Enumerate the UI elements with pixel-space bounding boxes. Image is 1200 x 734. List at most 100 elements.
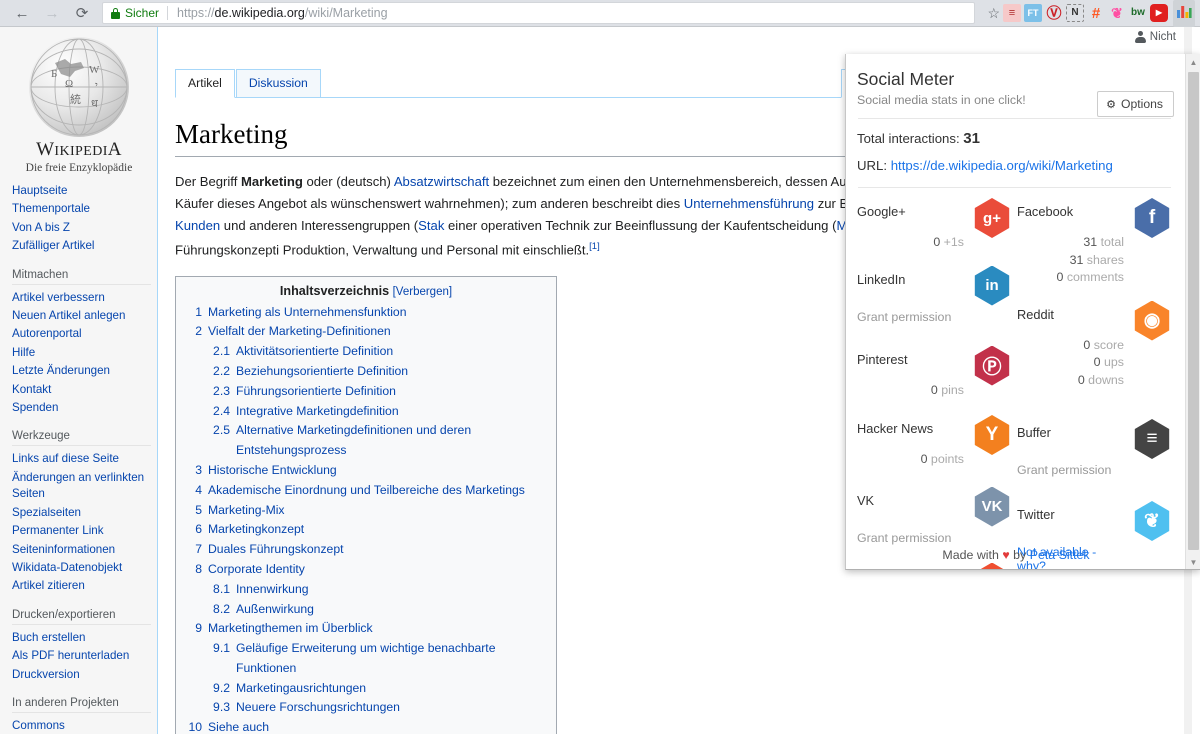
popup-scrollbar[interactable]: ▲ ▼ bbox=[1185, 54, 1200, 569]
toc-entry-link[interactable]: Führungsorientierte Definition bbox=[236, 382, 396, 402]
sidebar-item-nderungen-an-verlinkten-seiten[interactable]: Änderungen an verlinkten Seiten bbox=[12, 469, 151, 504]
toc-entry-link[interactable]: Integrative Marketingdefinition bbox=[236, 402, 399, 422]
toc-entry-link[interactable]: Neuere Forschungsrichtungen bbox=[236, 698, 400, 718]
reference-link-1[interactable]: [1] bbox=[589, 241, 600, 252]
toc-entry-link[interactable]: Aktivitätsorientierte Definition bbox=[236, 342, 393, 362]
wikipedia-logo[interactable]: W Ω י 統 ध Б WIKIPEDIA Die freie Enzyklop… bbox=[0, 33, 158, 174]
toc-entry[interactable]: 9.1 Geläufige Erweiterung um wichtige ben… bbox=[186, 639, 546, 679]
extension-bw-icon[interactable]: bw bbox=[1129, 4, 1147, 22]
linkedin-icon[interactable]: in bbox=[974, 265, 1010, 306]
toc-entry[interactable]: 2.4 Integrative Marketingdefinition bbox=[186, 402, 546, 422]
sidebar-item-themenportale[interactable]: Themenportale bbox=[12, 200, 151, 218]
pinterest-icon[interactable]: Ⓟ bbox=[974, 345, 1010, 386]
toc-entry[interactable]: 7 Duales Führungskonzept bbox=[186, 540, 546, 560]
twitter-icon[interactable]: ❦ bbox=[1134, 501, 1170, 541]
sidebar-item-autorenportal[interactable]: Autorenportal bbox=[12, 325, 151, 343]
sidebar-item-links-auf-diese-seite[interactable]: Links auf diese Seite bbox=[12, 450, 151, 468]
toc-entry-link[interactable]: Beziehungsorientierte Definition bbox=[236, 362, 408, 382]
social-meter-icon[interactable] bbox=[1173, 0, 1195, 27]
link-stakeholder[interactable]: Stak bbox=[418, 218, 444, 233]
extension-notion-icon[interactable]: N bbox=[1066, 4, 1084, 22]
toc-entry-link[interactable]: Marketingausrichtungen bbox=[236, 679, 366, 699]
extension-youtube-icon[interactable]: ▶ bbox=[1150, 4, 1168, 22]
bookmark-star-icon[interactable]: ☆ bbox=[987, 5, 1000, 22]
sidebar-item-hilfe[interactable]: Hilfe bbox=[12, 344, 151, 362]
stumbleupon-icon[interactable]: ∪ bbox=[974, 562, 1010, 569]
sidebar-item-buch-erstellen[interactable]: Buch erstellen bbox=[12, 629, 151, 647]
toc-entry[interactable]: 2.2 Beziehungsorientierte Definition bbox=[186, 362, 546, 382]
network-grant-permission-link[interactable]: Grant permission bbox=[1017, 463, 1172, 477]
googleplus-icon[interactable]: g+ bbox=[974, 198, 1010, 238]
toc-entry-link[interactable]: Alternative Marketingdefinitionen und de… bbox=[236, 421, 546, 461]
network-grant-permission-link[interactable]: Grant permission bbox=[857, 310, 1012, 324]
sidebar-item-permanenter-link[interactable]: Permanenter Link bbox=[12, 522, 151, 540]
toc-entry[interactable]: 8 Corporate Identity bbox=[186, 560, 546, 580]
link-kunden[interactable]: Kunden bbox=[175, 218, 220, 233]
toc-entry[interactable]: 9.2 Marketingausrichtungen bbox=[186, 679, 546, 699]
toc-entry[interactable]: 3 Historische Entwicklung bbox=[186, 461, 546, 481]
reddit-icon[interactable]: ◉ bbox=[1134, 300, 1170, 341]
sidebar-item-hauptseite[interactable]: Hauptseite bbox=[12, 182, 151, 200]
sidebar-item-zuf-lliger-artikel[interactable]: Zufälliger Artikel bbox=[12, 237, 151, 255]
sidebar-item-commons[interactable]: Commons bbox=[12, 717, 151, 734]
toc-entry[interactable]: 10 Siehe auch bbox=[186, 718, 546, 734]
toc-entry[interactable]: 5 Marketing-Mix bbox=[186, 501, 546, 521]
hackernews-icon[interactable]: Y bbox=[974, 415, 1010, 455]
toc-entry-link[interactable]: Duales Führungskonzept bbox=[208, 540, 344, 560]
tab-artikel[interactable]: Artikel bbox=[175, 69, 235, 98]
extension-animal-icon[interactable]: ❦ bbox=[1108, 4, 1126, 22]
toc-entry[interactable]: 8.1 Innenwirkung bbox=[186, 580, 546, 600]
sidebar-item-artikel-verbessern[interactable]: Artikel verbessern bbox=[12, 289, 151, 307]
facebook-icon[interactable]: f bbox=[1134, 198, 1170, 238]
link-absatzwirtschaft[interactable]: Absatzwirtschaft bbox=[394, 174, 489, 189]
back-arrow-icon[interactable]: ← bbox=[8, 1, 36, 25]
extension-ft-icon[interactable]: FT bbox=[1024, 4, 1042, 22]
network-grant-permission-link[interactable]: Grant permission bbox=[857, 531, 1012, 545]
user-status-bar[interactable]: Nicht bbox=[1134, 31, 1176, 43]
sidebar-item-druckversion[interactable]: Druckversion bbox=[12, 666, 151, 684]
options-button[interactable]: ⚙ Options bbox=[1097, 91, 1174, 117]
toc-entry-link[interactable]: Akademische Einordnung und Teilbereiche … bbox=[208, 481, 525, 501]
toc-entry-link[interactable]: Marketingthemen im Überblick bbox=[208, 619, 373, 639]
toc-entry-link[interactable]: Siehe auch bbox=[208, 718, 269, 734]
sidebar-item-wikidata-datenobjekt[interactable]: Wikidata-Datenobjekt bbox=[12, 559, 151, 577]
toc-entry[interactable]: 2.5 Alternative Marketingdefinitionen und… bbox=[186, 421, 546, 461]
sidebar-item-von-a-bis-z[interactable]: Von A bis Z bbox=[12, 219, 151, 237]
scroll-down-icon[interactable]: ▼ bbox=[1186, 554, 1200, 569]
reload-icon[interactable]: ⟳ bbox=[68, 1, 96, 25]
toc-entry-link[interactable]: Marketing-Mix bbox=[208, 501, 285, 521]
address-bar[interactable]: Sicher https://de.wikipedia.org/wiki/Mar… bbox=[102, 2, 976, 24]
buffer-icon[interactable]: ≡ bbox=[1134, 419, 1170, 459]
extension-hashtag-icon[interactable]: # bbox=[1087, 4, 1105, 22]
sidebar-item-spezialseiten[interactable]: Spezialseiten bbox=[12, 504, 151, 522]
toc-entry-link[interactable]: Außenwirkung bbox=[236, 600, 314, 620]
sidebar-item-artikel-zitieren[interactable]: Artikel zitieren bbox=[12, 577, 151, 595]
forward-arrow-icon[interactable]: → bbox=[38, 1, 66, 25]
toc-entry[interactable]: 2.1 Aktivitätsorientierte Definition bbox=[186, 342, 546, 362]
sidebar-item-kontakt[interactable]: Kontakt bbox=[12, 381, 151, 399]
toc-entry[interactable]: 8.2 Außenwirkung bbox=[186, 600, 546, 620]
toc-entry[interactable]: 6 Marketingkonzept bbox=[186, 520, 546, 540]
popup-url-link[interactable]: https://de.wikipedia.org/wiki/Marketing bbox=[891, 158, 1113, 173]
footer-author-link[interactable]: Peta Sittek bbox=[1030, 548, 1090, 562]
toc-entry[interactable]: 9 Marketingthemen im Überblick bbox=[186, 619, 546, 639]
toc-entry-link[interactable]: Innenwirkung bbox=[236, 580, 309, 600]
toc-entry-link[interactable]: Corporate Identity bbox=[208, 560, 305, 580]
sidebar-item-seiteninformationen[interactable]: Seiteninformationen bbox=[12, 541, 151, 559]
sidebar-item-spenden[interactable]: Spenden bbox=[12, 399, 151, 417]
toc-entry[interactable]: 4 Akademische Einordnung und Teilbereiche… bbox=[186, 481, 546, 501]
toc-toggle-link[interactable]: [Verbergen] bbox=[393, 286, 452, 298]
sidebar-item-als-pdf-herunterladen[interactable]: Als PDF herunterladen bbox=[12, 647, 151, 665]
toc-entry-link[interactable]: Geläufige Erweiterung um wichtige benach… bbox=[236, 639, 546, 679]
toc-entry[interactable]: 2 Vielfalt der Marketing-Definitionen bbox=[186, 322, 546, 342]
sidebar-item-letzte-nderungen[interactable]: Letzte Änderungen bbox=[12, 362, 151, 380]
toc-entry-link[interactable]: Marketingkonzept bbox=[208, 520, 304, 540]
popup-scroll-thumb[interactable] bbox=[1188, 72, 1199, 550]
sidebar-item-neuen-artikel-anlegen[interactable]: Neuen Artikel anlegen bbox=[12, 307, 151, 325]
scroll-up-icon[interactable]: ▲ bbox=[1186, 54, 1200, 70]
toc-entry[interactable]: 1 Marketing als Unternehmensfunktion bbox=[186, 303, 546, 323]
tab-diskussion[interactable]: Diskussion bbox=[235, 69, 321, 97]
vk-icon[interactable]: VK bbox=[974, 486, 1010, 527]
toc-entry[interactable]: 2.3 Führungsorientierte Definition bbox=[186, 382, 546, 402]
toc-entry-link[interactable]: Historische Entwicklung bbox=[208, 461, 337, 481]
